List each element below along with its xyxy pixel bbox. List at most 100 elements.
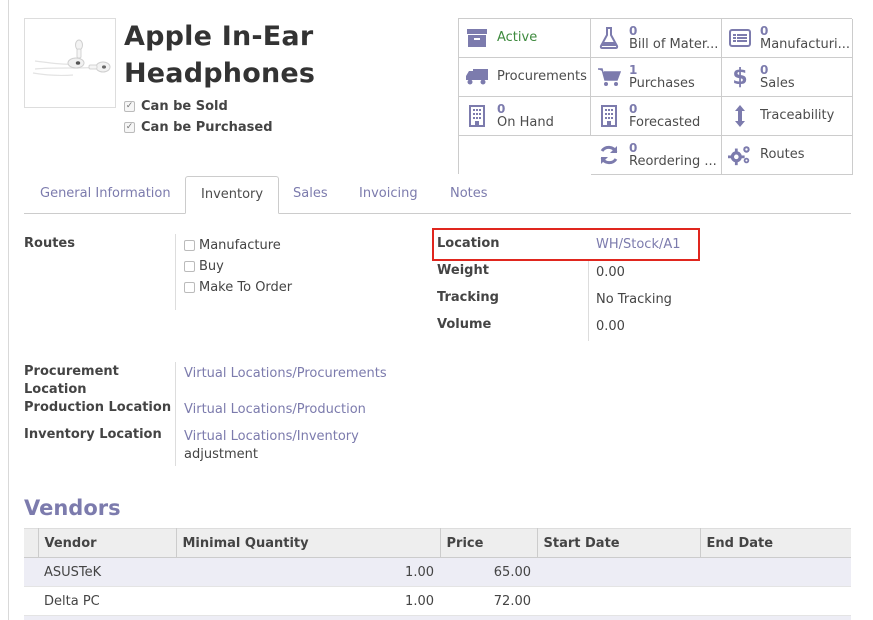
bom-count: 0	[629, 24, 638, 38]
notebook-tabs: General Information Inventory Sales Invo…	[24, 176, 851, 214]
building-icon	[597, 104, 621, 128]
archive-icon	[465, 26, 489, 50]
end-date-cell[interactable]	[700, 557, 851, 587]
start-date-cell[interactable]	[537, 586, 700, 616]
header-spacer	[24, 528, 39, 558]
production-location-label: Production Location	[24, 400, 172, 415]
make-to-order-checkbox[interactable]	[184, 282, 195, 293]
vendor-cell[interactable]: ASUSTeK	[38, 557, 176, 587]
traceability-button[interactable]: Traceability	[722, 97, 853, 136]
column-minimal-quantity[interactable]: Minimal Quantity	[176, 528, 441, 558]
purchases-count: 1	[629, 63, 638, 77]
forecasted-count: 0	[629, 102, 638, 116]
route-option-manufacture[interactable]: Manufacture	[184, 238, 281, 253]
purchases-label: Purchases	[629, 77, 695, 91]
row-spacer	[24, 557, 38, 587]
flask-icon	[597, 26, 621, 50]
tab-notes[interactable]: Notes	[435, 176, 503, 214]
min-qty-cell[interactable]: 1.00	[176, 586, 440, 616]
on-hand-count: 0	[497, 102, 506, 116]
production-location-value[interactable]: Virtual Locations/Production	[184, 401, 366, 419]
price-cell[interactable]: 65.00	[440, 557, 537, 587]
can-be-purchased-checkbox[interactable]: ✓	[124, 122, 135, 133]
product-image[interactable]	[24, 18, 116, 108]
on-hand-button[interactable]: 0 On Hand	[459, 97, 591, 136]
can-be-sold-label: Can be Sold	[141, 99, 228, 114]
on-hand-label: On Hand	[497, 116, 554, 130]
table-row[interactable]: ASUSTeK 1.00 65.00	[24, 557, 851, 587]
column-start-date[interactable]: Start Date	[537, 528, 701, 558]
tab-invoicing[interactable]: Invoicing	[344, 176, 433, 214]
product-name[interactable]: Apple In-Ear Headphones	[124, 18, 424, 92]
location-highlight-box	[432, 228, 700, 261]
headphones-image	[32, 39, 111, 76]
can-be-sold-row: ✓ Can be Sold	[124, 99, 228, 114]
reordering-button[interactable]: 0 Reordering ...	[591, 136, 722, 175]
procurements-button[interactable]: Procurements	[459, 58, 591, 97]
column-end-date[interactable]: End Date	[700, 528, 851, 558]
column-vendor[interactable]: Vendor	[38, 528, 177, 558]
start-date-cell[interactable]	[537, 557, 700, 587]
tracking-value[interactable]: No Tracking	[596, 291, 672, 309]
route-option-buy[interactable]: Buy	[184, 259, 224, 274]
procurement-location-value[interactable]: Virtual Locations/Procurements	[184, 365, 387, 383]
purchases-button[interactable]: 1 Purchases	[591, 58, 722, 97]
dollar-icon: $	[732, 64, 748, 90]
manufacturing-button[interactable]: 0 Manufacturi...	[722, 19, 853, 58]
divider	[175, 234, 176, 310]
routes-button[interactable]: Routes	[722, 136, 853, 175]
price-cell[interactable]: 72.00	[440, 586, 537, 616]
inventory-location-value-suffix: adjustment	[184, 447, 258, 462]
manufacturing-label: Manufacturi...	[760, 38, 851, 52]
table-row[interactable]: Delta PC 1.00 72.00	[24, 586, 851, 616]
refresh-icon	[597, 143, 621, 167]
smart-buttons: Active 0 Bill of Mater... 0 Manufacturi...…	[458, 18, 853, 175]
sales-label: Sales	[760, 77, 795, 91]
empty-cell	[459, 136, 591, 175]
weight-label: Weight	[437, 263, 489, 278]
cogs-icon	[728, 143, 752, 167]
make-to-order-label: Make To Order	[199, 280, 293, 295]
vendors-header-row: Vendor Minimal Quantity Price Start Date…	[24, 528, 851, 558]
manufacturing-count: 0	[760, 24, 769, 38]
manufacture-checkbox[interactable]	[184, 240, 195, 251]
building-icon	[465, 104, 489, 128]
tab-sales[interactable]: Sales	[278, 176, 343, 214]
truck-icon	[465, 65, 489, 89]
route-option-make-to-order[interactable]: Make To Order	[184, 280, 292, 295]
active-label: Active	[497, 31, 538, 45]
weight-value[interactable]: 0.00	[596, 264, 625, 282]
cart-icon	[597, 65, 621, 89]
tab-inventory[interactable]: Inventory	[185, 176, 280, 214]
min-qty-cell[interactable]: 1.00	[176, 557, 440, 587]
procurements-label: Procurements	[497, 70, 587, 84]
column-price[interactable]: Price	[440, 528, 538, 558]
table-row	[24, 615, 851, 620]
arrows-v-icon	[728, 104, 752, 128]
tab-general-information[interactable]: General Information	[25, 176, 186, 214]
row-spacer	[24, 586, 38, 616]
divider	[588, 261, 589, 341]
bill-of-materials-button[interactable]: 0 Bill of Mater...	[591, 19, 722, 58]
divider	[175, 362, 176, 466]
sales-button[interactable]: $ 0 Sales	[722, 58, 853, 97]
forecasted-label: Forecasted	[629, 116, 701, 130]
sales-count: 0	[760, 63, 769, 77]
volume-label: Volume	[437, 317, 492, 332]
buy-checkbox[interactable]	[184, 261, 195, 272]
end-date-cell[interactable]	[700, 586, 851, 616]
routes-label: Routes	[760, 148, 805, 162]
inventory-location-label: Inventory Location	[24, 427, 162, 442]
traceability-label: Traceability	[760, 109, 835, 123]
inventory-location-value[interactable]: Virtual Locations/Inventory	[184, 428, 359, 446]
active-toggle-button[interactable]: Active	[459, 19, 591, 58]
can-be-sold-checkbox[interactable]: ✓	[124, 101, 135, 112]
reordering-count: 0	[629, 141, 638, 155]
procurement-location-label: Procurement Location	[24, 364, 119, 397]
forecasted-button[interactable]: 0 Forecasted	[591, 97, 722, 136]
can-be-purchased-label: Can be Purchased	[141, 120, 273, 135]
volume-value[interactable]: 0.00	[596, 318, 625, 336]
list-icon	[728, 26, 752, 50]
can-be-purchased-row: ✓ Can be Purchased	[124, 120, 273, 135]
vendor-cell[interactable]: Delta PC	[38, 586, 176, 616]
